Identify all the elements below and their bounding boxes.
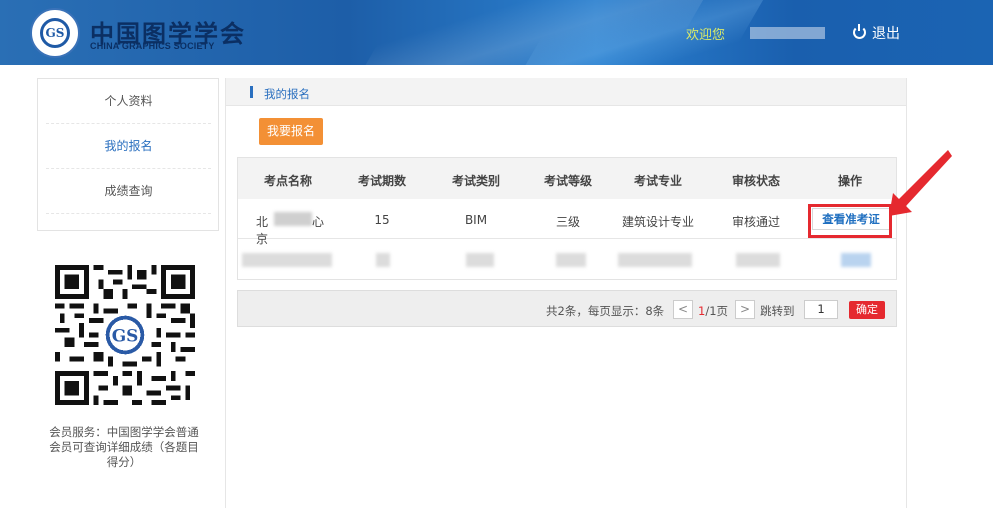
annotation-arrow-icon [889, 150, 952, 216]
